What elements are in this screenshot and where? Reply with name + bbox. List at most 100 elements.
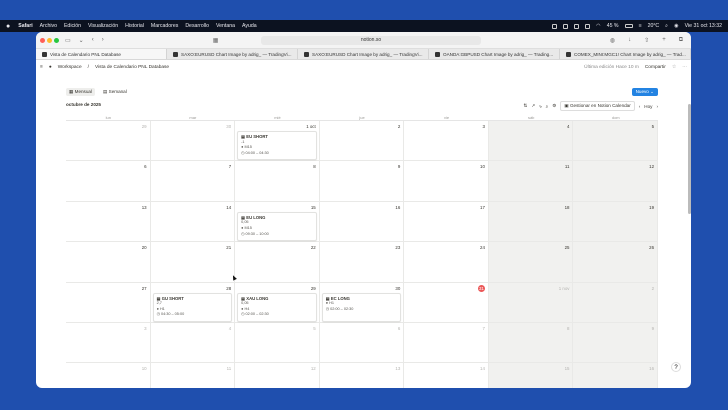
calendar-day-cell[interactable]: 6 xyxy=(66,161,151,201)
calendar-day-cell[interactable]: 4 xyxy=(488,121,574,161)
new-tab-icon[interactable]: + xyxy=(662,37,666,44)
calendar-day-cell[interactable]: 26 xyxy=(573,242,659,282)
filter-icon[interactable]: ⇅ xyxy=(524,103,528,109)
calendar-day-cell[interactable]: 18 xyxy=(488,201,574,242)
calendar-day-cell[interactable]: 30 ▤ EC LONG ● H1 ◷ 02:00 – 02:30 xyxy=(319,282,405,322)
search-icon[interactable]: ⌕ xyxy=(665,23,668,30)
forward-icon[interactable]: › xyxy=(102,37,104,43)
zoom-window-button[interactable] xyxy=(54,37,59,43)
calendar-day-cell[interactable]: 5 xyxy=(235,322,320,363)
calendar-day-cell[interactable]: 29 ▤ XAU LONG 0,05 ● H4 ◷ 02:00 – 02:30 xyxy=(235,282,320,322)
calendar-day-cell[interactable]: 11 xyxy=(150,363,236,388)
address-bar[interactable]: notion.so xyxy=(261,36,481,45)
calendar-day-cell[interactable]: 2 xyxy=(573,282,659,322)
extension-icon[interactable]: ◍ xyxy=(610,37,615,44)
control-center-icon[interactable]: ≡ xyxy=(639,23,642,29)
view-monthly[interactable]: ▦ Mensual xyxy=(66,88,95,96)
tabs-icon[interactable]: ⧉ xyxy=(679,37,683,44)
calendar-day-cell[interactable]: 2 xyxy=(319,121,405,161)
tab-tradingview-1[interactable]: SAXO:EURUSD Chart Image by adrig_ — Trad… xyxy=(167,49,298,59)
menu-historial[interactable]: Historial xyxy=(125,23,144,29)
calendar-day-cell[interactable]: 1 nov xyxy=(488,282,574,322)
more-icon[interactable]: ··· xyxy=(682,65,687,70)
calendar-day-cell[interactable]: 28 ▤ GU SHORT 2,7 ● H1 ◷ 04:30 – 05:00 xyxy=(150,282,236,322)
calendar-day-cell[interactable]: 7 xyxy=(404,322,489,363)
menu-safari[interactable]: Safari xyxy=(18,23,32,29)
event-card[interactable]: ▤ EU SHORT -1 ● M15 ◷ 04:00 – 04:30 xyxy=(237,131,317,160)
calendar-day-cell[interactable]: 20 xyxy=(66,242,151,282)
calendar-day-cell[interactable]: 19 xyxy=(573,201,659,242)
download-icon[interactable]: ↓ xyxy=(628,37,631,44)
calendar-day-cell[interactable]: 13 xyxy=(319,363,405,388)
breadcrumb-workspace[interactable]: Workspace xyxy=(58,65,82,70)
calendar-day-cell[interactable]: 3 xyxy=(404,121,489,161)
sidebar-toggle-icon[interactable]: ▭ xyxy=(65,37,71,44)
calendar-day-cell[interactable]: 31 xyxy=(404,282,489,322)
tab-tradingview-3[interactable]: OANDA:GBPUSD Chart Image by adrig_ — Tra… xyxy=(429,49,560,59)
calendar-day-cell[interactable]: 9 xyxy=(319,161,405,201)
calendar-day-cell[interactable]: 17 xyxy=(404,201,489,242)
status-icon[interactable] xyxy=(574,23,580,29)
menu-edicion[interactable]: Edición xyxy=(64,23,81,29)
share-icon[interactable]: ⇧ xyxy=(644,37,649,44)
calendar-day-cell[interactable]: 3 xyxy=(66,322,151,363)
menu-archivo[interactable]: Archivo xyxy=(40,23,57,29)
calendar-day-cell[interactable]: 5 xyxy=(573,121,659,161)
clock[interactable]: Vie 31 oct 13:32 xyxy=(685,23,722,29)
tab-tradingview-4[interactable]: COMEX_MINI:MGC1! Chart Image by adrig_ —… xyxy=(560,49,691,59)
menu-ayuda[interactable]: Ayuda xyxy=(242,23,257,29)
menu-marcadores[interactable]: Marcadores xyxy=(151,23,178,29)
calendar-day-cell[interactable]: 29 xyxy=(66,121,151,161)
prev-month-icon[interactable]: ‹ xyxy=(639,104,641,109)
calendar-day-cell[interactable]: 16 xyxy=(319,201,405,242)
status-icon[interactable] xyxy=(552,23,558,29)
breadcrumb-page[interactable]: Vista de Calendario PNL Database xyxy=(95,65,169,70)
apple-icon[interactable]: ● xyxy=(6,23,10,30)
calendar-day-cell[interactable]: 30 xyxy=(150,121,236,161)
calendar-day-cell[interactable]: 12 xyxy=(573,161,659,201)
calendar-day-cell[interactable]: 9 xyxy=(573,322,659,363)
weather-temp[interactable]: 20°C xyxy=(648,23,660,29)
today-button[interactable]: Hoy xyxy=(644,104,652,109)
calendar-day-cell[interactable]: 14 xyxy=(150,201,236,242)
settings-icon[interactable]: ⚙ xyxy=(552,103,556,109)
wifi-icon[interactable]: ◠ xyxy=(596,23,601,29)
menu-icon[interactable]: ≡ xyxy=(40,65,43,70)
chevron-down-icon[interactable]: ⌄ xyxy=(79,37,84,44)
share-button[interactable]: Compartir xyxy=(645,65,666,70)
menu-desarrollo[interactable]: Desarrollo xyxy=(185,23,209,29)
calendar-day-cell[interactable]: 8 xyxy=(235,161,320,201)
calendar-day-cell[interactable]: 12 xyxy=(235,363,320,388)
calendar-day-cell[interactable]: 14 xyxy=(404,363,489,388)
view-weekly[interactable]: ▤ Semanal xyxy=(100,88,130,96)
calendar-day-cell[interactable]: 1 oct ▤ EU SHORT -1 ● M15 ◷ 04:00 – 04:30 xyxy=(235,121,320,161)
calendar-day-cell[interactable]: 23 xyxy=(319,242,405,282)
calendar-day-cell[interactable]: 22 xyxy=(235,242,320,282)
close-window-button[interactable] xyxy=(40,37,45,43)
tab-tradingview-2[interactable]: SAXO:EURUSD Chart Image by adrig_ — Trad… xyxy=(298,49,429,59)
link-icon[interactable]: ↗ xyxy=(531,103,535,109)
tab-notion[interactable]: Vista de Calendario PNL Database xyxy=(36,49,167,59)
calendar-day-cell[interactable]: 4 xyxy=(150,322,236,363)
calendar-day-cell[interactable]: 8 xyxy=(488,322,574,363)
calendar-day-cell[interactable]: 11 xyxy=(488,161,574,201)
calendar-day-cell[interactable]: 10 xyxy=(404,161,489,201)
calendar-day-cell[interactable]: 25 xyxy=(488,242,574,282)
menu-visualizacion[interactable]: Visualización xyxy=(88,23,118,29)
calendar-day-cell[interactable]: 13 xyxy=(66,201,151,242)
menu-ventana[interactable]: Ventana xyxy=(216,23,235,29)
calendar-day-cell[interactable]: 27 xyxy=(66,282,151,322)
calendar-day-cell[interactable]: 6 xyxy=(319,322,405,363)
event-card[interactable]: ▤ EC LONG ● H1 ◷ 02:00 – 02:30 xyxy=(321,292,402,322)
siri-icon[interactable]: ◉ xyxy=(674,23,679,29)
new-button[interactable]: Nuevo ⌄ xyxy=(631,88,658,96)
status-icon[interactable] xyxy=(585,23,591,29)
calendar-day-cell[interactable]: 15 ▤ EU LONG 0,05 ● M15 ◷ 09:30 – 10:00 xyxy=(235,201,320,242)
calendar-day-cell[interactable]: 21 xyxy=(150,242,236,282)
next-month-icon[interactable]: › xyxy=(656,104,658,109)
tab-overview-icon[interactable]: ▦ xyxy=(213,37,219,44)
gcal-button[interactable]: ▣ Gestionar en Notion Calendar xyxy=(560,101,635,111)
star-icon[interactable]: ☆ xyxy=(672,65,676,70)
search-icon[interactable]: ⌕ xyxy=(546,104,549,109)
minimize-window-button[interactable] xyxy=(47,37,52,43)
